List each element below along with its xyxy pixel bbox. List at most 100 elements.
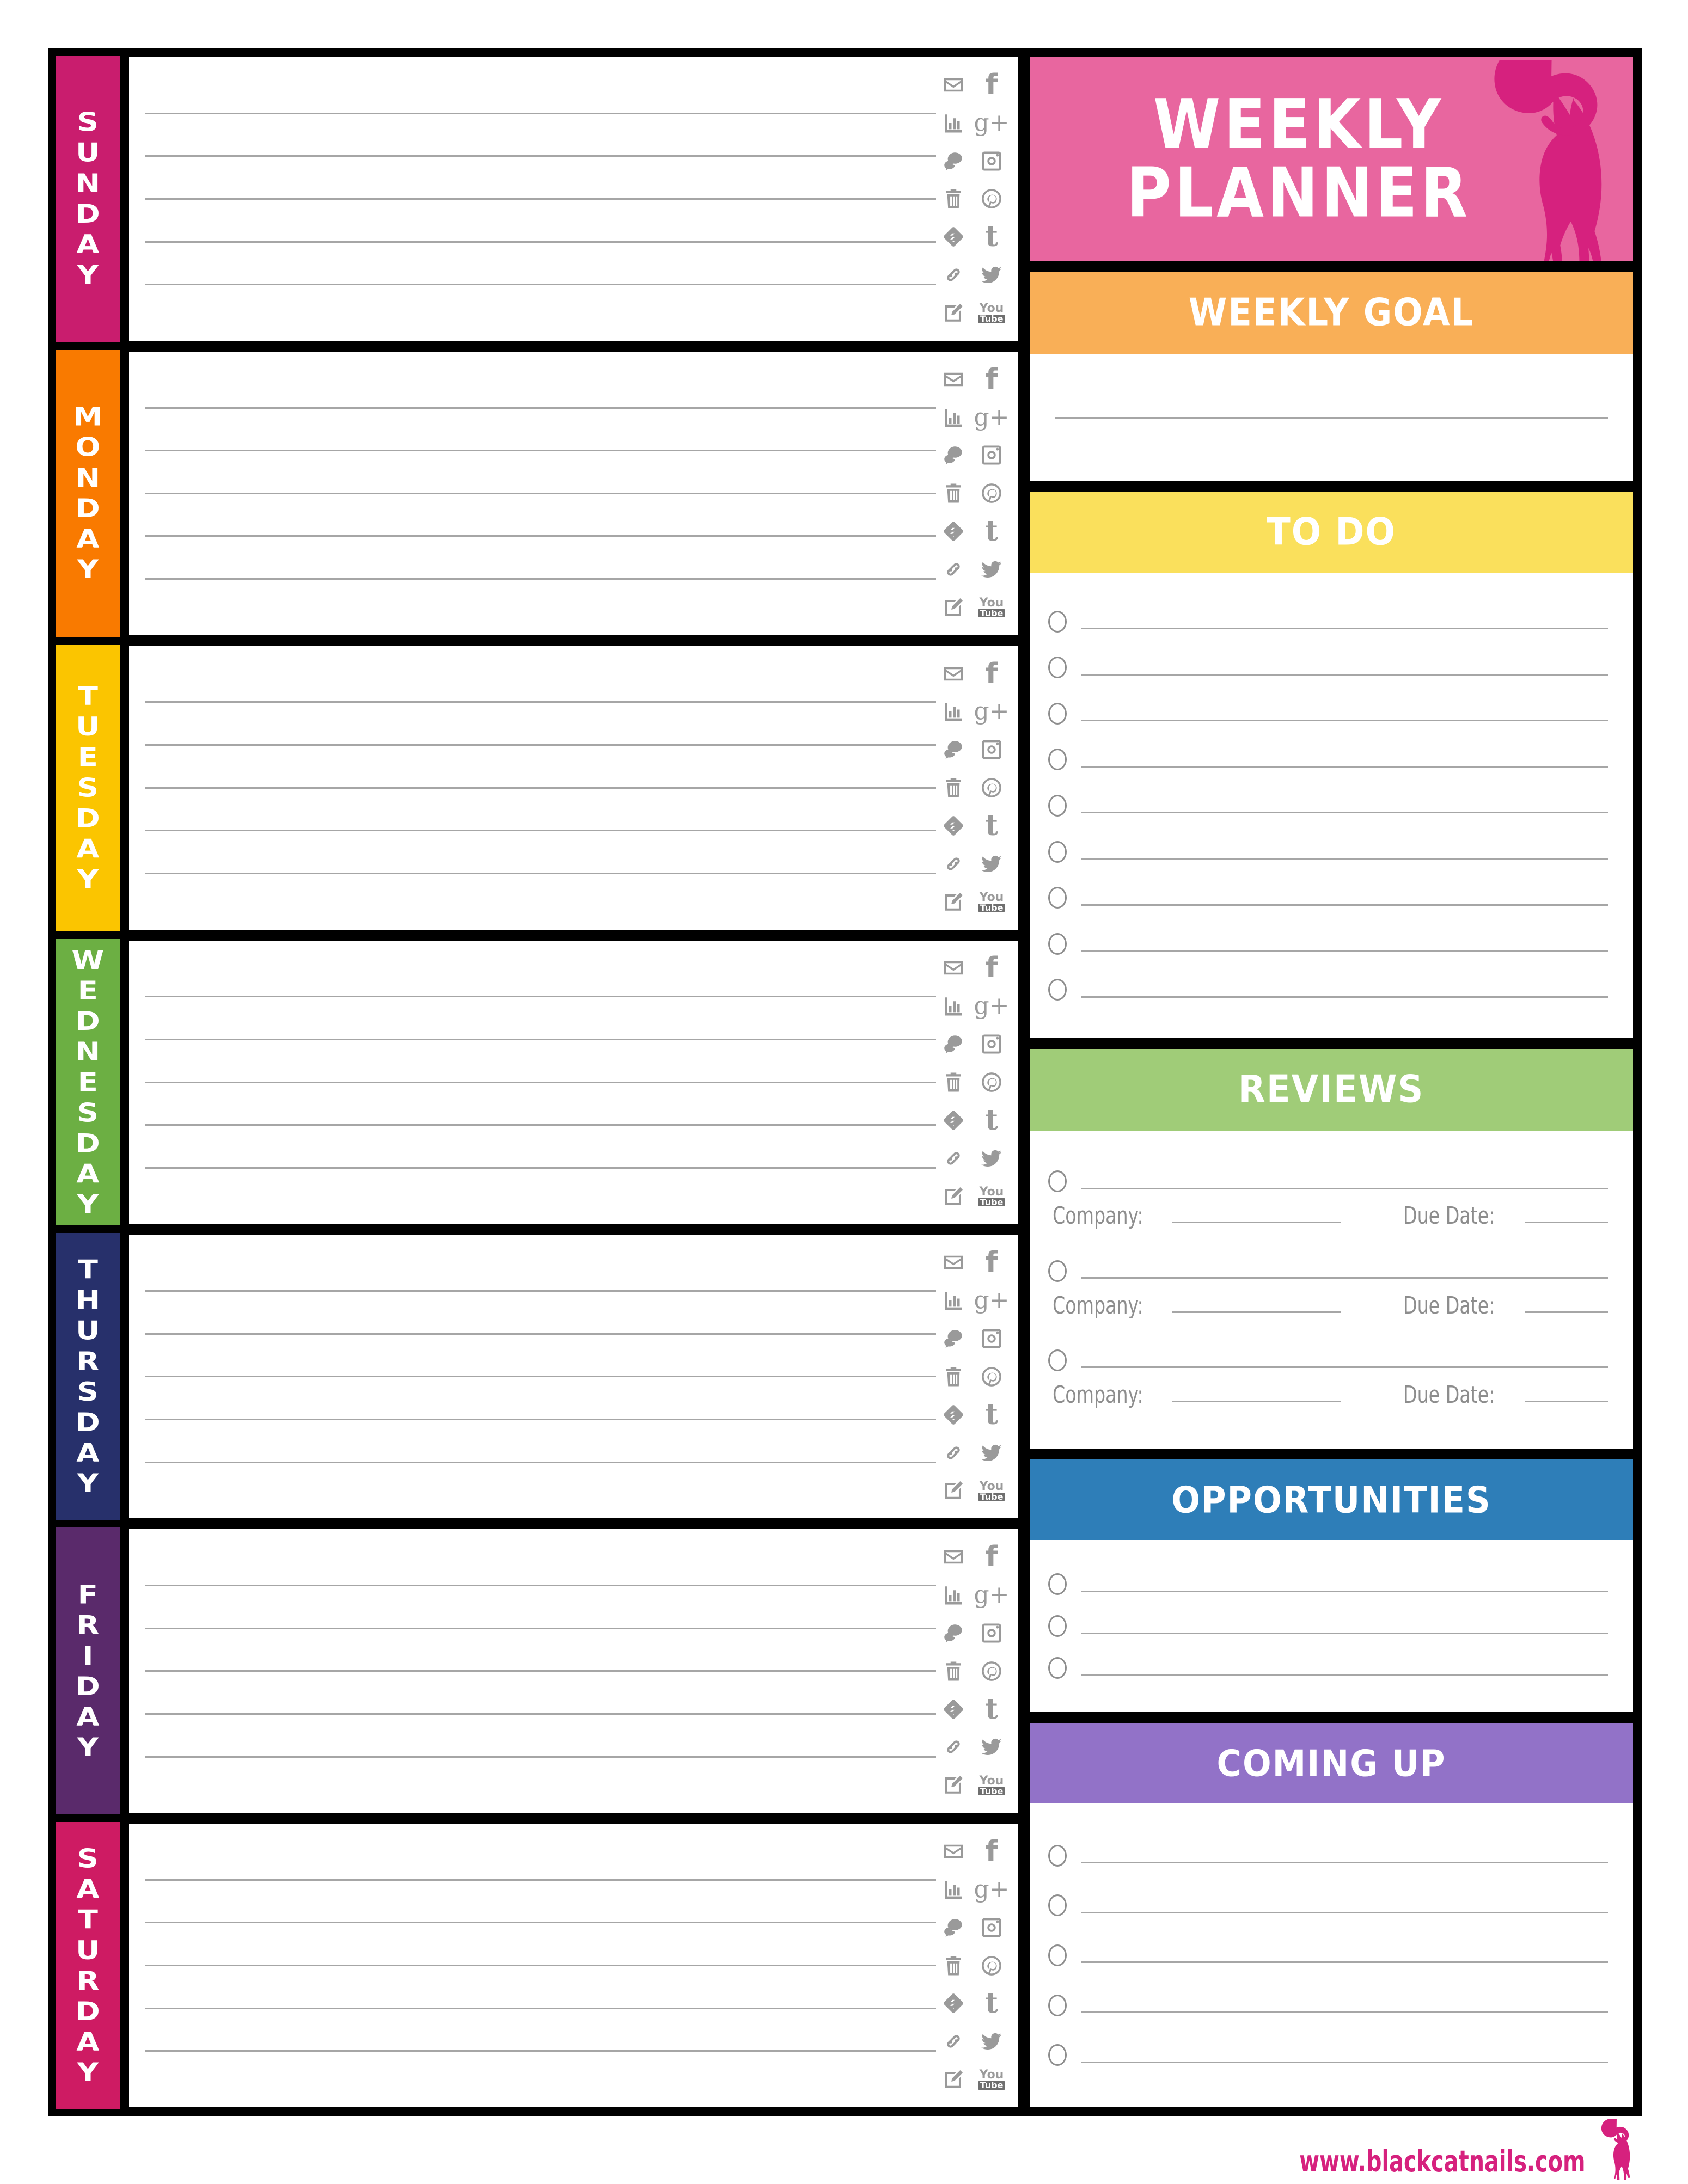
to-do-item-input-line[interactable] xyxy=(1081,904,1608,906)
to-do-title: TO DO xyxy=(1267,511,1396,554)
day-tab-friday[interactable]: FRIDAY xyxy=(56,1527,120,1815)
review-input-line[interactable] xyxy=(1081,1277,1608,1279)
write-line[interactable] xyxy=(145,578,936,580)
due-date-input-line[interactable] xyxy=(1524,1222,1608,1224)
write-line[interactable] xyxy=(145,407,936,409)
write-line[interactable] xyxy=(145,535,936,537)
coming-up-item-checkbox[interactable] xyxy=(1048,1844,1067,1867)
write-line[interactable] xyxy=(145,1461,936,1463)
coming-up-item-input-line[interactable] xyxy=(1081,1961,1608,1964)
to-do-item-checkbox[interactable] xyxy=(1048,749,1067,771)
to-do-item-checkbox[interactable] xyxy=(1048,979,1067,1001)
write-line[interactable] xyxy=(145,872,936,874)
opportunity-item-input-line[interactable] xyxy=(1081,1674,1608,1676)
to-do-item-input-line[interactable] xyxy=(1081,765,1608,768)
write-line[interactable] xyxy=(145,1167,936,1169)
review-input-line[interactable] xyxy=(1081,1366,1608,1369)
day-tab-wednesday[interactable]: WEDNESDAY xyxy=(56,938,120,1226)
due-date-input-line[interactable] xyxy=(1524,1400,1608,1402)
to-do-item-input-line[interactable] xyxy=(1081,858,1608,860)
footer: www.blackcatnails.com xyxy=(1237,2119,1636,2181)
opportunities-title: OPPORTUNITIES xyxy=(1171,1478,1491,1522)
write-line[interactable] xyxy=(145,241,936,243)
coming-up-item-input-line[interactable] xyxy=(1081,1862,1608,1864)
to-do-item-input-line[interactable] xyxy=(1081,996,1608,998)
day-tab-saturday[interactable]: SATURDAY xyxy=(56,1822,120,2109)
due-date-input-line[interactable] xyxy=(1524,1311,1608,1313)
write-line[interactable] xyxy=(145,198,936,200)
write-line[interactable] xyxy=(145,996,936,998)
opportunity-item-checkbox[interactable] xyxy=(1048,1657,1067,1679)
write-line[interactable] xyxy=(145,1124,936,1126)
opportunity-item-checkbox[interactable] xyxy=(1048,1615,1067,1637)
write-line[interactable] xyxy=(145,1290,936,1292)
to-do-item-input-line[interactable] xyxy=(1081,812,1608,814)
day-tab-tuesday[interactable]: TUESDAY xyxy=(56,644,120,931)
write-line[interactable] xyxy=(145,1756,936,1758)
write-line[interactable] xyxy=(145,284,936,286)
reviews-title: REVIEWS xyxy=(1238,1068,1424,1112)
opportunity-item-input-line[interactable] xyxy=(1081,1590,1608,1592)
write-line[interactable] xyxy=(145,1584,936,1586)
trash-can-icon xyxy=(940,775,967,800)
write-line[interactable] xyxy=(145,744,936,746)
day-tab-monday[interactable]: MONDAY xyxy=(56,349,120,637)
write-line[interactable] xyxy=(145,701,936,703)
write-line[interactable] xyxy=(145,1713,936,1715)
write-line[interactable] xyxy=(145,1038,936,1040)
coming-up-item-input-line[interactable] xyxy=(1081,2011,1608,2014)
to-do-item-input-line[interactable] xyxy=(1081,673,1608,676)
coming-up-item-checkbox[interactable] xyxy=(1048,1894,1067,1917)
company-input-line[interactable] xyxy=(1172,1222,1342,1224)
review-checkbox[interactable] xyxy=(1048,1349,1067,1371)
write-line[interactable] xyxy=(145,1965,936,1967)
to-do-item-input-line[interactable] xyxy=(1081,950,1608,952)
write-line[interactable] xyxy=(145,1627,936,1629)
write-line[interactable] xyxy=(145,1081,936,1083)
review-checkbox[interactable] xyxy=(1048,1170,1067,1193)
write-line[interactable] xyxy=(145,2050,936,2052)
trash-can-icon xyxy=(940,481,967,506)
to-do-item-checkbox[interactable] xyxy=(1048,933,1067,955)
write-line[interactable] xyxy=(145,1922,936,1924)
coming-up-item-row xyxy=(1048,1994,1608,2016)
write-line[interactable] xyxy=(145,492,936,494)
weekly-goal-input-line[interactable] xyxy=(1055,416,1608,419)
coming-up-item-input-line[interactable] xyxy=(1081,1911,1608,1913)
write-line[interactable] xyxy=(145,1879,936,1881)
website-url[interactable]: www.blackcatnails.com xyxy=(1300,2144,1586,2179)
write-line[interactable] xyxy=(145,155,936,157)
to-do-item-checkbox[interactable] xyxy=(1048,794,1067,817)
review-checkbox[interactable] xyxy=(1048,1260,1067,1282)
write-line[interactable] xyxy=(145,450,936,452)
to-do-item-input-line[interactable] xyxy=(1081,628,1608,630)
day-tab-thursday[interactable]: THURSDAY xyxy=(56,1233,120,1520)
coming-up-item-input-line[interactable] xyxy=(1081,2061,1608,2063)
write-line[interactable] xyxy=(145,1376,936,1378)
opportunity-item-input-line[interactable] xyxy=(1081,1632,1608,1634)
coming-up-item-checkbox[interactable] xyxy=(1048,1994,1067,2016)
to-do-item-checkbox[interactable] xyxy=(1048,887,1067,909)
day-tab-sunday[interactable]: SUNDAY xyxy=(56,56,120,342)
write-line[interactable] xyxy=(145,112,936,114)
company-input-line[interactable] xyxy=(1172,1400,1342,1402)
coming-up-item-checkbox[interactable] xyxy=(1048,1944,1067,1966)
instagram-icon xyxy=(978,737,1005,762)
to-do-item-checkbox[interactable] xyxy=(1048,841,1067,863)
coming-up-item-checkbox[interactable] xyxy=(1048,2044,1067,2066)
weekly-goal-band: WEEKLY GOAL xyxy=(1030,272,1633,354)
write-line[interactable] xyxy=(145,1419,936,1420)
to-do-item-checkbox[interactable] xyxy=(1048,702,1067,725)
write-line[interactable] xyxy=(145,1333,936,1335)
write-line[interactable] xyxy=(145,830,936,832)
write-line[interactable] xyxy=(145,787,936,789)
to-do-item-checkbox[interactable] xyxy=(1048,610,1067,633)
write-line[interactable] xyxy=(145,2007,936,2009)
company-input-line[interactable] xyxy=(1172,1311,1342,1313)
write-line[interactable] xyxy=(145,1670,936,1672)
opportunity-item-checkbox[interactable] xyxy=(1048,1573,1067,1595)
to-do-item-checkbox[interactable] xyxy=(1048,657,1067,679)
analytics-bar-chart-icon xyxy=(940,993,967,1019)
to-do-item-input-line[interactable] xyxy=(1081,720,1608,722)
review-input-line[interactable] xyxy=(1081,1187,1608,1189)
